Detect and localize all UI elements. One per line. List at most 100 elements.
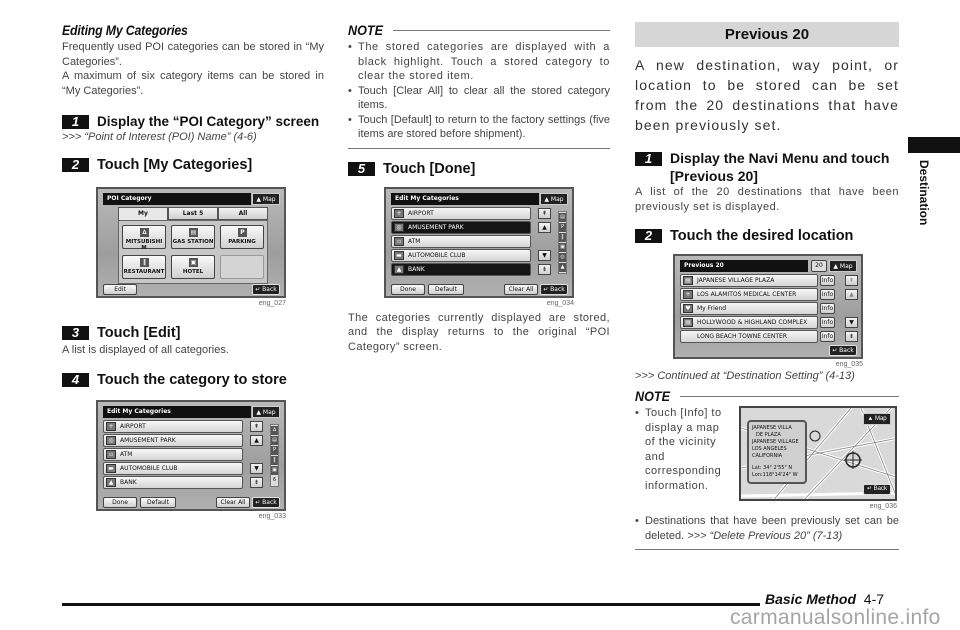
edit-button[interactable]: Edit <box>103 284 137 295</box>
back-button[interactable]: ↵ Back <box>252 496 280 508</box>
category-row-stored[interactable]: ▲ BANK <box>391 262 531 276</box>
step-number: 5 <box>348 161 375 176</box>
page-down-button[interactable]: ⇟ <box>538 263 551 275</box>
hotel-icon: ▣ <box>189 258 198 267</box>
tab-last-5[interactable]: Last 5 <box>168 207 218 220</box>
step-2: 2 Touch [My Categories] <box>62 157 324 173</box>
destination-row[interactable]: ▤ HOLLYWOOD & HIGHLAND COMPLEX <box>680 316 818 329</box>
info-button[interactable]: Info <box>820 317 835 328</box>
category-row[interactable]: ▬ AUTOMOBILE CLUB <box>391 248 531 262</box>
amusement-park-icon: ◎ <box>394 222 404 232</box>
category-row-stored[interactable]: ◎ AMUSEMENT PARK <box>391 220 531 234</box>
delete-reference: >>> “Delete Previous 20” (7-13) <box>687 529 843 542</box>
tab-my-categories[interactable]: My Categories <box>118 207 168 228</box>
map-button[interactable]: ▲ Map <box>252 193 280 205</box>
step-number: 2 <box>635 229 662 243</box>
category-button[interactable]: ▤ GAS STATION <box>171 225 215 249</box>
map-button[interactable]: ▲ Map <box>252 405 280 418</box>
back-button[interactable]: ↵ Back <box>252 284 280 295</box>
info-button[interactable]: Info <box>820 331 835 342</box>
edit-categories-screen: Edit My Categories ▲ Map + AIRPORT ◎ AMUSE… <box>96 399 286 511</box>
page-up-button[interactable]: ⇞ <box>538 207 551 219</box>
category-row[interactable]: + AIRPORT <box>103 419 243 433</box>
default-button[interactable]: Default <box>140 496 176 508</box>
shopping-icon: ▤ <box>683 318 693 327</box>
max-items-paragraph: A maximum of six category items can be s… <box>62 70 324 97</box>
category-row[interactable]: ▬ AUTOMOBILE CLUB <box>103 461 243 475</box>
category-button[interactable]: ▣ HOTEL <box>171 255 215 279</box>
map-button[interactable]: ▲ Map <box>540 192 568 205</box>
clear-all-button[interactable]: Clear All <box>216 496 250 508</box>
category-row[interactable]: ◎ AMUSEMENT PARK <box>103 433 243 447</box>
note-info-block: Touch [Info] to display a map of the vic… <box>635 406 899 510</box>
left-column: Editing My Categories Frequently used PO… <box>62 22 324 520</box>
note-item: Touch [Info] to display a map of the vic… <box>635 406 731 493</box>
info-button[interactable]: Info <box>820 303 835 314</box>
category-button[interactable]: ‖ RESTAURANT <box>122 255 166 279</box>
category-button[interactable]: P PARKING <box>220 225 264 249</box>
watermark: carmanualsonline.info <box>730 606 941 629</box>
step-5: 5 Touch [Done] <box>348 161 610 177</box>
automobile-club-icon: ▬ <box>106 463 116 473</box>
note-item: The stored categories are displayed with… <box>348 40 610 84</box>
scroll-down-button[interactable]: ▼ <box>845 317 858 328</box>
scroll-down-button[interactable]: ▼ <box>538 249 551 261</box>
info-button[interactable]: Info <box>820 275 835 286</box>
destination-info-panel: JAPANESE VILLA DE PLAZA JAPANESE VILLAGE… <box>747 420 807 484</box>
compass-icon <box>809 430 821 442</box>
back-button[interactable]: ↵ Back <box>863 484 891 495</box>
destination-row[interactable]: ♥ My Friend <box>680 302 818 315</box>
clear-all-button[interactable]: Clear All <box>504 283 538 295</box>
info-button[interactable]: Info <box>820 289 835 300</box>
back-button[interactable]: ↵ Back <box>540 283 568 295</box>
note-item: Destinations that have been previously s… <box>635 514 899 543</box>
gas-station-icon: ▤ <box>189 228 198 237</box>
destination-row[interactable]: + LOS ALAMITOS MEDICAL CENTER <box>680 288 818 301</box>
note-label: NOTE <box>635 388 671 404</box>
category-row[interactable]: ▫ ATM <box>391 234 531 248</box>
image-id: eng_036 <box>869 503 897 510</box>
tab-all[interactable]: All <box>218 207 268 220</box>
screen-title: Edit My Categories <box>391 192 539 205</box>
done-button[interactable]: Done <box>391 283 425 295</box>
step-number: 1 <box>62 114 89 129</box>
page-down-button[interactable]: ⇟ <box>250 476 263 488</box>
step-title: Display the “POI Category” screen <box>97 114 320 129</box>
destination-row[interactable]: LONG BEACH TOWNE CENTER <box>680 330 818 343</box>
airport-icon: + <box>106 421 116 431</box>
page-up-button[interactable]: ⇞ <box>845 275 858 286</box>
scroll-down-button[interactable]: ▼ <box>250 462 263 474</box>
chapter-tab-marker <box>908 137 960 153</box>
middle-column: NOTE The stored categories are displayed… <box>348 22 610 354</box>
amusement-park-icon: ◎ <box>106 435 116 445</box>
step-1: 1 Display the Navi Menu and touch [Previ… <box>635 149 899 185</box>
map-button[interactable]: ▲ Map <box>829 260 857 272</box>
category-row[interactable]: ▫ ATM <box>103 447 243 461</box>
category-panel: ∆ MITSUBISHI M ▤ GAS STATION P PARKING ‖ RES… <box>118 220 268 284</box>
destination-row[interactable]: ▤ JAPANESE VILLAGE PLAZA <box>680 274 818 287</box>
footer-section: Basic Method <box>765 591 857 607</box>
result-text: The categories currently displayed are s… <box>348 311 610 353</box>
page-up-button[interactable]: ⇞ <box>250 420 263 432</box>
step-number: 4 <box>62 372 89 387</box>
map-button[interactable]: ▲ Map <box>863 413 891 425</box>
done-button[interactable]: Done <box>103 496 137 508</box>
category-button[interactable]: ∆ MITSUBISHI M <box>122 225 166 251</box>
medical-icon: + <box>683 290 693 299</box>
category-row[interactable]: + AIRPORT <box>391 206 531 220</box>
atm-icon: ▫ <box>106 449 116 459</box>
default-button[interactable]: Default <box>428 283 464 295</box>
chapter-tab-label: Destination <box>917 160 931 226</box>
section-intro: A new destination, way point, or locatio… <box>635 57 899 133</box>
scroll-up-button[interactable]: ▲ <box>845 289 858 300</box>
previous-20-screenshot: Previous 20 20 ▲ Map ▤ JAPANESE VILLAGE P… <box>673 254 899 368</box>
step-title: Display the Navi Menu and touch [Previou… <box>670 150 890 184</box>
note-list: The stored categories are displayed with… <box>348 40 610 142</box>
category-row[interactable]: ▲ BANK <box>103 475 243 489</box>
scroll-up-button[interactable]: ▲ <box>538 221 551 233</box>
page-down-button[interactable]: ⇟ <box>845 331 858 342</box>
note-item: Touch [Default] to return to the factory… <box>348 113 610 142</box>
back-button[interactable]: ↵ Back <box>829 345 857 356</box>
cross-reference: >>> “Point of Interest (POI) Name” (4-6) <box>62 131 257 143</box>
scroll-up-button[interactable]: ▲ <box>250 434 263 446</box>
